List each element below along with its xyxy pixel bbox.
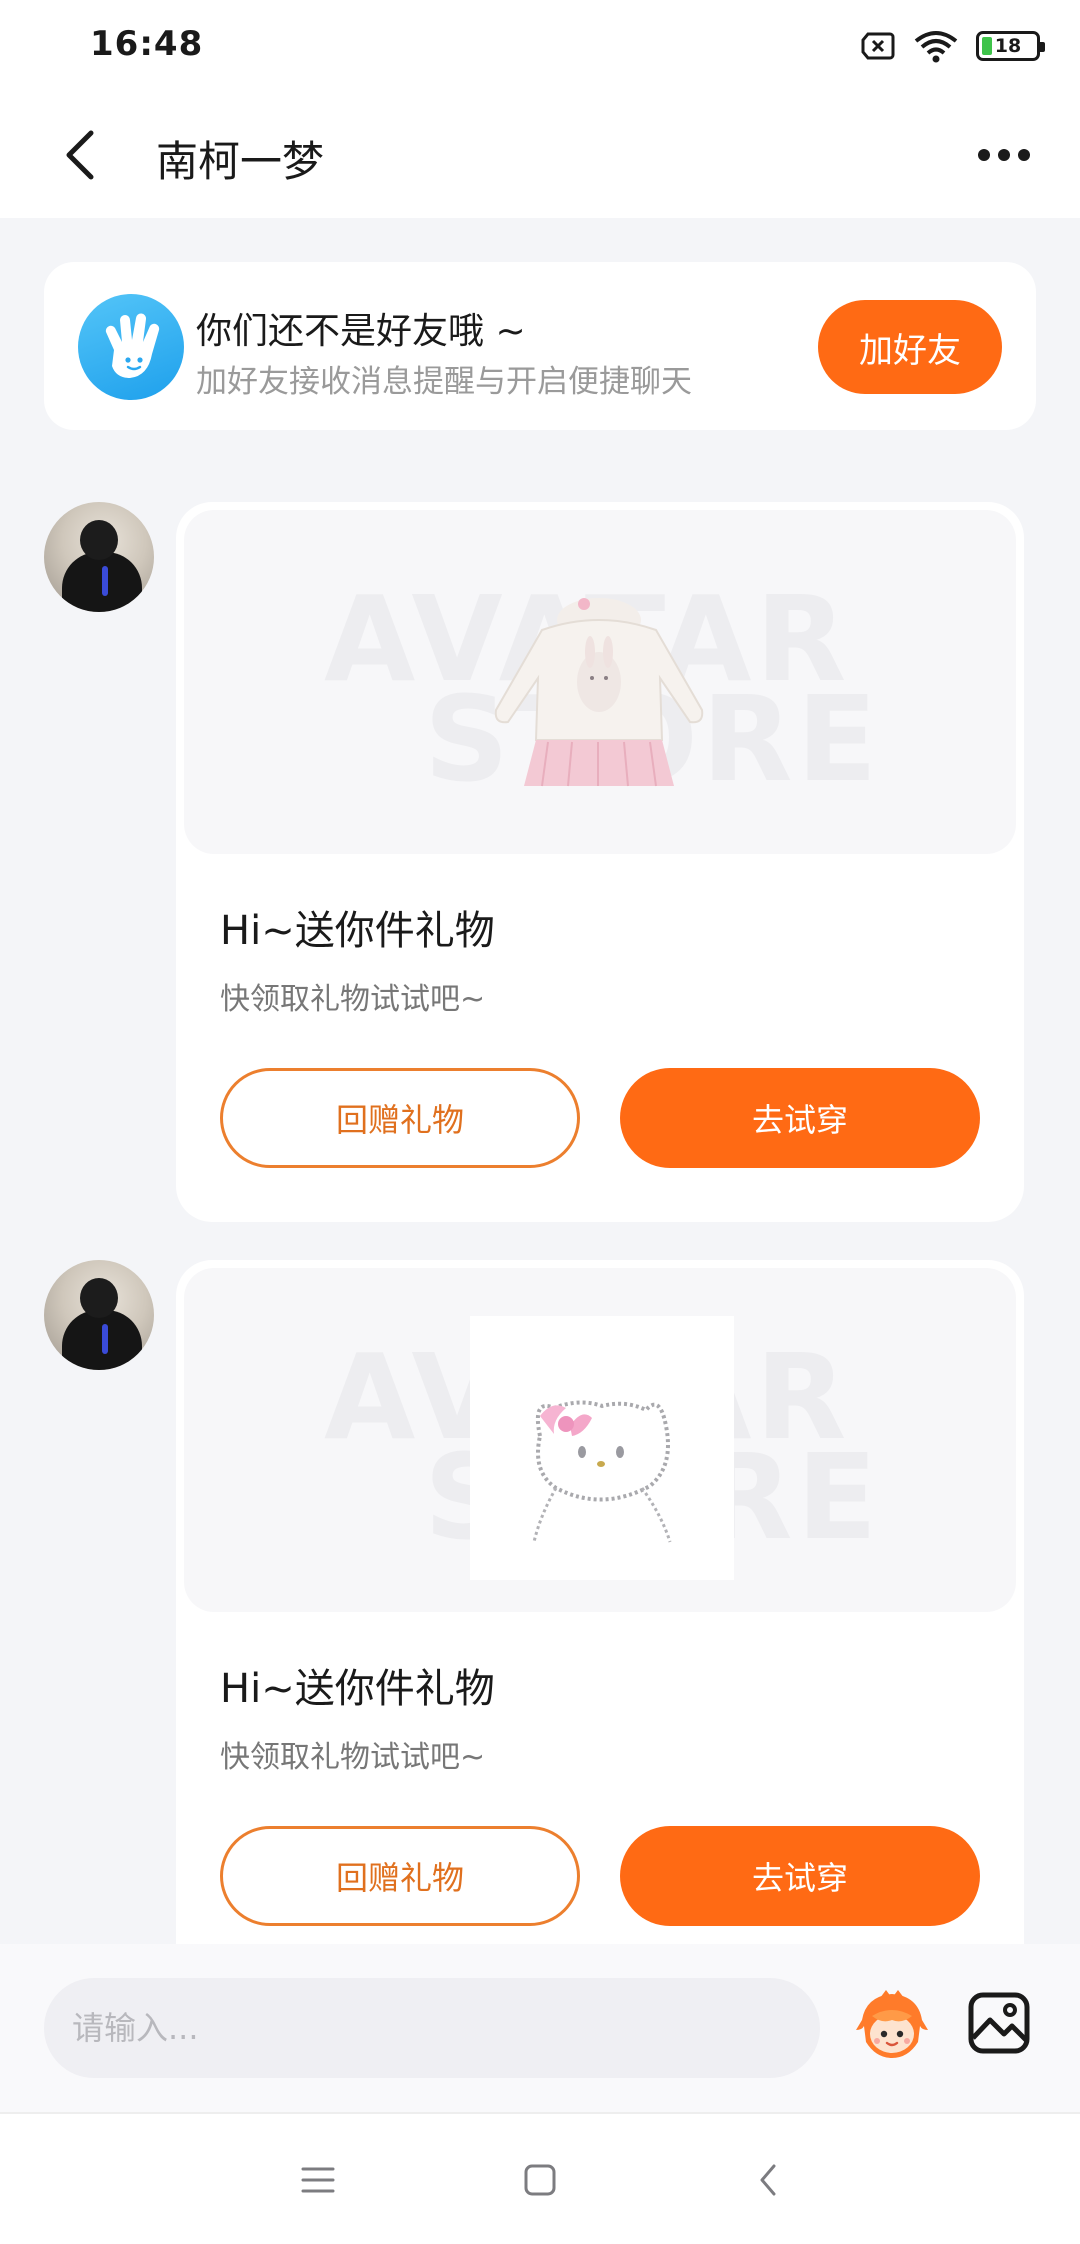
home-button[interactable]	[520, 2160, 560, 2200]
wifi-icon	[914, 31, 958, 63]
home-square-icon	[524, 2164, 556, 2196]
banner-subtitle: 加好友接收消息提醒与开启便捷聊天	[196, 364, 692, 400]
menu-button[interactable]	[298, 2160, 338, 2200]
hand-wave-icon	[78, 294, 184, 400]
back-nav-button[interactable]	[748, 2160, 788, 2200]
gift-image[interactable]: AVATAR STORE	[184, 510, 1016, 854]
battery-icon: 18	[976, 31, 1045, 61]
more-dots-icon	[978, 149, 990, 161]
battery-level: 18	[994, 35, 1022, 57]
more-dots-icon	[998, 149, 1010, 161]
image-icon	[968, 1992, 1030, 2054]
chevron-left-icon	[66, 130, 94, 180]
hello-kitty-necklace	[532, 1400, 672, 1543]
gift-card[interactable]: AVATAR STORE Hi~送你件礼物 快领取礼物试试吧~ 回赠礼物 去试穿	[176, 502, 1024, 1222]
sweater-skirt-outfit	[494, 598, 704, 787]
back-button[interactable]	[50, 120, 110, 190]
status-time: 16:48	[90, 24, 204, 64]
page-title: 南柯一梦	[156, 137, 325, 186]
more-button[interactable]	[968, 130, 1040, 180]
gift-title: Hi~送你件礼物	[220, 1666, 495, 1712]
try-on-button[interactable]: 去试穿	[620, 1826, 980, 1926]
try-on-button[interactable]: 去试穿	[620, 1068, 980, 1168]
image-button[interactable]	[966, 1990, 1032, 2056]
chat-header: 南柯一梦	[0, 92, 1080, 218]
message-input[interactable]	[44, 1978, 820, 2078]
avatar[interactable]	[44, 502, 154, 612]
banner-title: 你们还不是好友哦 ~	[196, 311, 526, 352]
return-gift-button[interactable]: 回赠礼物	[220, 1826, 580, 1926]
system-nav-bar	[0, 2112, 1080, 2244]
emoji-mascot-icon	[856, 1990, 928, 2058]
more-dots-icon	[1018, 149, 1030, 161]
status-icons: 18	[860, 28, 1045, 64]
avatar[interactable]	[44, 1260, 154, 1370]
gift-title: Hi~送你件礼物	[220, 908, 495, 954]
gift-subtitle: 快领取礼物试试吧~	[220, 982, 486, 1017]
emoji-button[interactable]	[852, 1986, 932, 2066]
gift-image[interactable]: AVATAR STORE	[184, 1268, 1016, 1612]
back-arrow-icon	[760, 2164, 776, 2196]
input-bar	[0, 1944, 1080, 2112]
necklace-thumbnail	[470, 1316, 734, 1580]
gift-subtitle: 快领取礼物试试吧~	[220, 1740, 486, 1775]
add-friend-button[interactable]: 加好友	[818, 300, 1002, 394]
status-bar: 16:48 18	[0, 0, 1080, 92]
return-gift-button[interactable]: 回赠礼物	[220, 1068, 580, 1168]
sim-x-icon	[861, 32, 895, 60]
gift-card[interactable]: AVATAR STORE Hi~送你件礼物 快领取礼物试试吧~ 回赠礼物 去试穿	[176, 1260, 1024, 1980]
friend-banner: 你们还不是好友哦 ~ 加好友接收消息提醒与开启便捷聊天 加好友	[44, 262, 1036, 430]
menu-icon	[301, 2167, 335, 2193]
